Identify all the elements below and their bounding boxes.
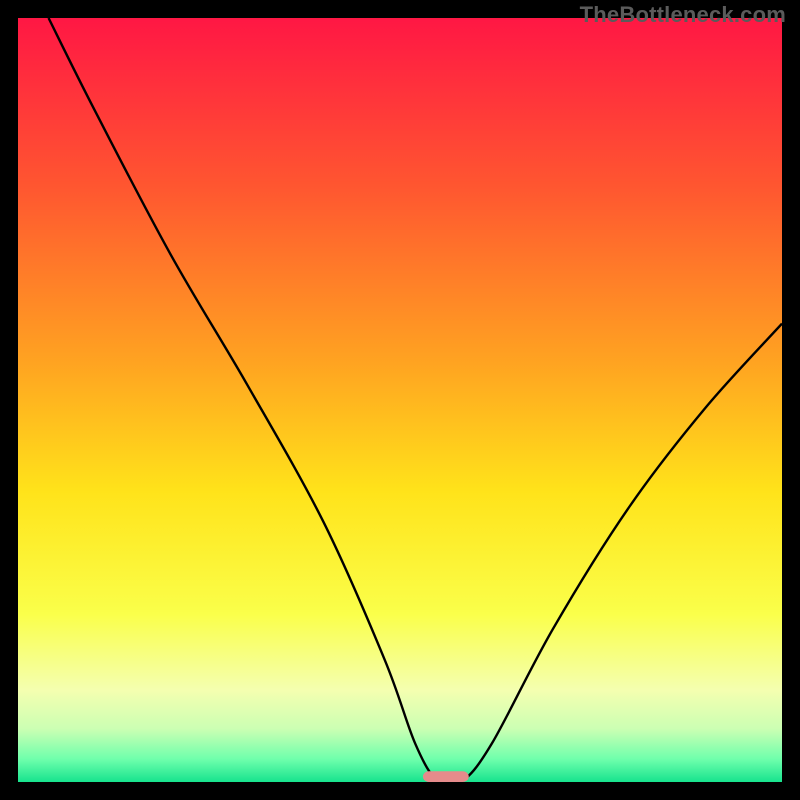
bottleneck-chart [18, 18, 782, 782]
chart-frame [18, 18, 782, 782]
gradient-background [18, 18, 782, 782]
watermark-text: TheBottleneck.com [580, 2, 786, 28]
optimal-marker [423, 771, 469, 782]
